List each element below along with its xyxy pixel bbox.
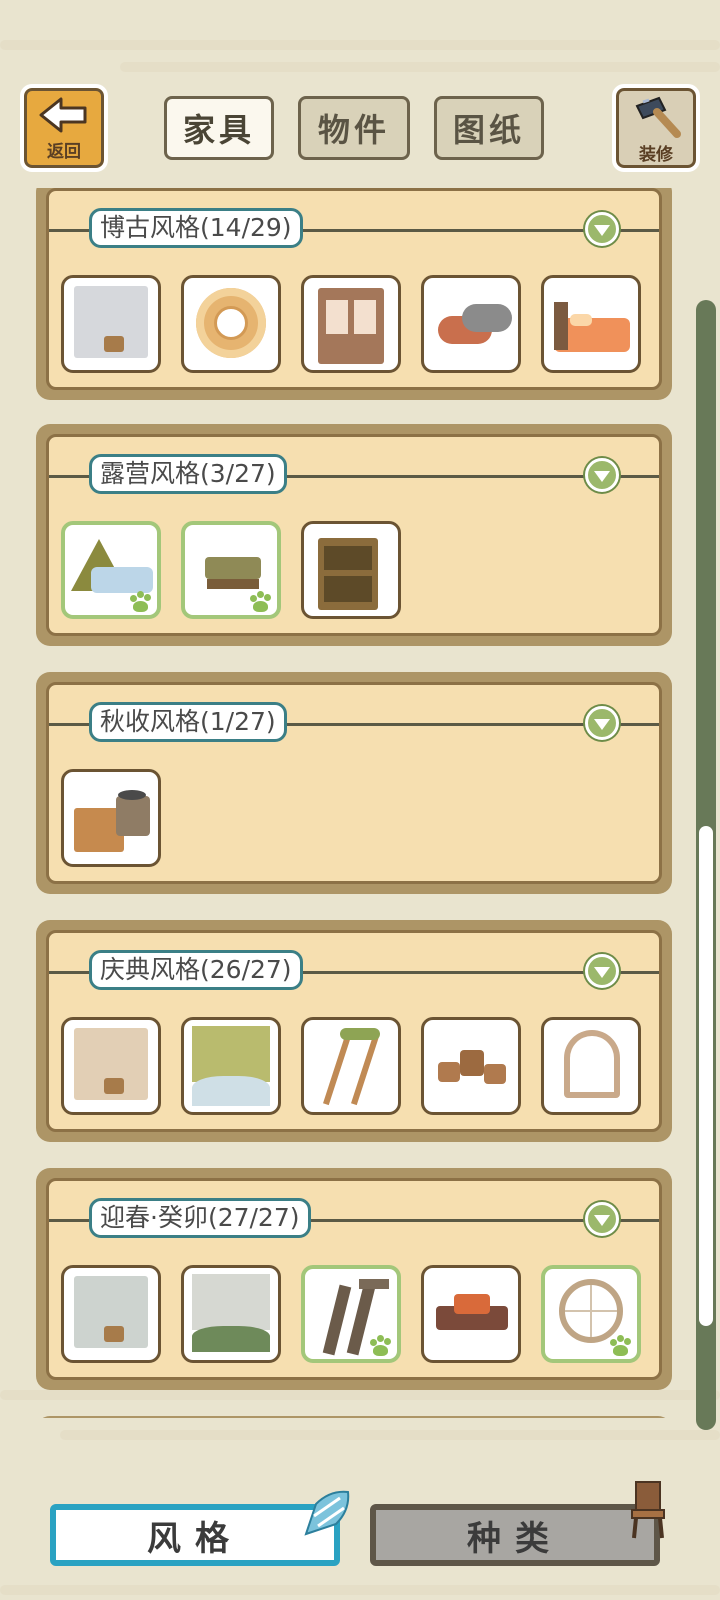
furniture-item-round-rug[interactable]	[181, 275, 281, 373]
style-group-title: 博古风格(14/29)	[89, 208, 303, 248]
expand-toggle-icon[interactable]	[585, 212, 619, 246]
furniture-item-rolled-mats[interactable]	[421, 275, 521, 373]
tab-furniture[interactable]: 家具	[164, 96, 274, 160]
decorate-button[interactable]: 装修	[612, 84, 700, 172]
decorate-label: 装修	[639, 144, 673, 165]
furniture-item-tent-bed[interactable]	[61, 521, 161, 619]
shell-icon	[304, 1490, 350, 1536]
furniture-item-camp-shelf[interactable]	[301, 521, 401, 619]
furniture-item-camp-stool[interactable]	[181, 521, 281, 619]
furniture-item-round-window[interactable]	[541, 1265, 641, 1363]
expand-toggle-icon[interactable]	[585, 458, 619, 492]
hammer-icon	[635, 96, 681, 138]
tab-type[interactable]: 种类	[370, 1504, 660, 1566]
back-button[interactable]: 返回	[20, 84, 108, 172]
style-group-next	[36, 1416, 672, 1418]
chair-icon	[631, 1481, 665, 1539]
style-group-title: 迎春·癸卯(27/27)	[89, 1198, 311, 1238]
furniture-item-wall-stone[interactable]	[61, 1265, 161, 1363]
tab-objects[interactable]: 物件	[298, 96, 410, 160]
back-label: 返回	[47, 141, 81, 162]
style-group-title: 露营风格(3/27)	[89, 454, 287, 494]
style-list[interactable]: 博古风格(14/29) 露营风格(3/27) 秋收风格(1/27) 庆典风格(2…	[0, 188, 720, 1418]
style-group-camping: 露营风格(3/27)	[36, 424, 672, 646]
tab-style[interactable]: 风格	[50, 1504, 340, 1566]
tab-blueprints[interactable]: 图纸	[434, 96, 544, 160]
style-group-bogu: 博古风格(14/29)	[36, 188, 672, 400]
furniture-item-ladder[interactable]	[301, 1017, 401, 1115]
furniture-item-grass-floor[interactable]	[181, 1017, 281, 1115]
paw-badge-icon	[129, 591, 153, 613]
style-group-spring-guimao: 迎春·癸卯(27/27)	[36, 1168, 672, 1390]
furniture-item-bed[interactable]	[541, 275, 641, 373]
style-group-title: 庆典风格(26/27)	[89, 950, 303, 990]
style-group-festival: 庆典风格(26/27)	[36, 920, 672, 1142]
furniture-item-lattice-door[interactable]	[301, 275, 401, 373]
furniture-item-stone-floor[interactable]	[181, 1265, 281, 1363]
expand-toggle-icon[interactable]	[585, 954, 619, 988]
paw-badge-icon	[609, 1335, 633, 1357]
furniture-item-harvest-stove[interactable]	[61, 769, 161, 867]
style-group-harvest: 秋收风格(1/27)	[36, 672, 672, 894]
furniture-item-stools[interactable]	[421, 1017, 521, 1115]
furniture-item-wall-plank[interactable]	[61, 1017, 161, 1115]
expand-toggle-icon[interactable]	[585, 1202, 619, 1236]
furniture-item-stone-stairs[interactable]	[301, 1265, 401, 1363]
furniture-item-firewood[interactable]	[421, 1265, 521, 1363]
style-group-title: 秋收风格(1/27)	[89, 702, 287, 742]
furniture-item-arched-window[interactable]	[541, 1017, 641, 1115]
paw-badge-icon	[249, 591, 273, 613]
arrow-left-icon	[39, 97, 87, 132]
scrollbar-thumb[interactable]	[699, 826, 713, 1326]
expand-toggle-icon[interactable]	[585, 706, 619, 740]
furniture-item-wall-wood[interactable]	[61, 275, 161, 373]
paw-badge-icon	[369, 1335, 393, 1357]
